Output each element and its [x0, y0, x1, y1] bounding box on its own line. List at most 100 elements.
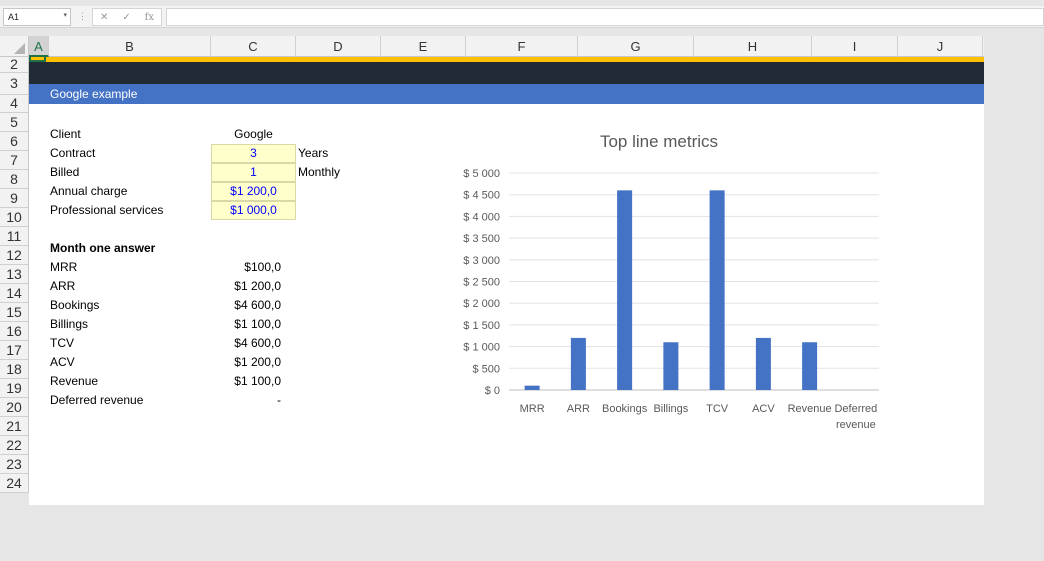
y-tick-label: $ 3 000	[463, 255, 500, 267]
answer-label: TCV	[50, 336, 74, 350]
row-header-24[interactable]: 24	[0, 474, 29, 493]
formula-bar: A1 ▾ ⋮ ✕ ✓ fx	[0, 6, 1044, 28]
answer-value[interactable]: -	[211, 393, 281, 407]
x-tick-label: Bookings	[602, 403, 648, 415]
chart-canvas: $ 0 $ 500 $ 1 000 $ 1 500 $ 2 000 $ 2 500 $ 3 …	[463, 168, 879, 431]
x-tick-label: revenue	[836, 419, 876, 431]
answer-value[interactable]: $1 100,0	[211, 317, 281, 331]
enter-icon[interactable]: ✓	[122, 12, 130, 23]
row-header-13[interactable]: 13	[0, 265, 29, 284]
row-header-5[interactable]: 5	[0, 113, 29, 132]
unit-contract: Years	[298, 146, 329, 160]
row-header-20[interactable]: 20	[0, 398, 29, 417]
select-all-button[interactable]	[0, 36, 29, 57]
column-header-d[interactable]: D	[296, 36, 381, 57]
chevron-down-icon[interactable]: ▾	[63, 11, 67, 19]
x-tick-label: Deferred	[834, 403, 877, 415]
x-tick-label: TCV	[706, 403, 729, 415]
y-tick-label: $ 2 000	[463, 298, 500, 310]
answer-value[interactable]: $1 200,0	[211, 355, 281, 369]
worksheet[interactable]: Google example Client Google Contract 3 …	[29, 55, 984, 505]
bar-tcv[interactable]	[709, 190, 725, 390]
input-contract[interactable]: 3	[211, 144, 296, 163]
y-tick-label: $ 2 500	[463, 277, 500, 289]
column-header-h[interactable]: H	[694, 36, 812, 57]
chart-top-line-metrics[interactable]: Top line metrics $ 0 $ 500 $ 1 000 $ 1 500 $…	[429, 120, 899, 440]
row-header-22[interactable]: 22	[0, 436, 29, 455]
x-tick-label: MRR	[520, 403, 545, 415]
bar-revenue[interactable]	[802, 342, 818, 390]
unit-billed: Monthly	[298, 165, 341, 179]
bar-bookings[interactable]	[617, 190, 633, 390]
answer-label: Deferred revenue	[50, 393, 144, 407]
row-header-6[interactable]: 6	[0, 132, 29, 151]
label-annual-charge: Annual charge	[50, 184, 128, 198]
row-header-3[interactable]: 3	[0, 73, 29, 95]
column-header-e[interactable]: E	[381, 36, 466, 57]
answer-label: ARR	[50, 279, 76, 293]
x-tick-label: ACV	[752, 403, 775, 415]
x-tick-label: Billings	[653, 403, 688, 415]
row-header-2[interactable]: 2	[0, 57, 29, 73]
value-client[interactable]: Google	[211, 127, 296, 141]
header-band	[29, 57, 984, 84]
bar-mrr[interactable]	[524, 385, 540, 390]
formula-input[interactable]	[166, 8, 1044, 26]
row-header-15[interactable]: 15	[0, 303, 29, 322]
bar-billings[interactable]	[663, 342, 679, 390]
title-band: Google example	[29, 84, 984, 104]
y-tick-label: $ 5 000	[463, 168, 500, 180]
column-header-c[interactable]: C	[211, 36, 296, 57]
column-header-a[interactable]: A	[29, 36, 49, 57]
answer-value[interactable]: $4 600,0	[211, 298, 281, 312]
function-icon[interactable]: fx	[145, 12, 154, 23]
y-tick-label: $ 0	[485, 385, 500, 397]
column-header-i[interactable]: I	[812, 36, 898, 57]
label-contract: Contract	[50, 146, 96, 160]
row-header-23[interactable]: 23	[0, 455, 29, 474]
row-header-17[interactable]: 17	[0, 341, 29, 360]
answer-label: Billings	[50, 317, 89, 331]
input-billed[interactable]: 1	[211, 163, 296, 182]
label-client: Client	[50, 127, 81, 141]
row-header-9[interactable]: 9	[0, 189, 29, 208]
column-header-g[interactable]: G	[578, 36, 694, 57]
column-header-b[interactable]: B	[49, 36, 211, 57]
cancel-icon[interactable]: ✕	[100, 12, 108, 23]
name-box[interactable]: A1 ▾	[3, 8, 71, 26]
answer-heading: Month one answer	[50, 241, 156, 255]
row-header-8[interactable]: 8	[0, 170, 29, 189]
row-header-4[interactable]: 4	[0, 95, 29, 113]
row-header-19[interactable]: 19	[0, 379, 29, 398]
column-header-j[interactable]: J	[898, 36, 983, 57]
label-billed: Billed	[50, 165, 80, 179]
row-header-7[interactable]: 7	[0, 151, 29, 170]
label-professional-services: Professional services	[50, 203, 164, 217]
row-header-21[interactable]: 21	[0, 417, 29, 436]
answer-value[interactable]: $1 100,0	[211, 374, 281, 388]
row-header-16[interactable]: 16	[0, 322, 29, 341]
row-header-14[interactable]: 14	[0, 284, 29, 303]
answer-label: Bookings	[50, 298, 100, 312]
row-header-11[interactable]: 11	[0, 227, 29, 246]
x-tick-label: ARR	[567, 403, 590, 415]
bar-arr[interactable]	[570, 337, 586, 390]
bar-acv[interactable]	[755, 337, 771, 390]
answer-value[interactable]: $4 600,0	[211, 336, 281, 350]
row-header-12[interactable]: 12	[0, 246, 29, 265]
answer-value[interactable]: $1 200,0	[211, 279, 281, 293]
row-header-18[interactable]: 18	[0, 360, 29, 379]
input-professional-services[interactable]: $1 000,0	[211, 201, 296, 220]
active-cell-a1[interactable]	[29, 55, 46, 62]
y-tick-label: $ 1 500	[463, 320, 500, 332]
y-tick-label: $ 4 000	[463, 211, 500, 223]
answer-value[interactable]: $100,0	[211, 260, 281, 274]
x-tick-label: Revenue	[788, 403, 832, 415]
answer-label: Revenue	[50, 374, 99, 388]
row-header-10[interactable]: 10	[0, 208, 29, 227]
sheet-title: Google example	[50, 87, 138, 101]
formula-buttons: ✕ ✓ fx	[92, 8, 162, 26]
column-header-f[interactable]: F	[466, 36, 578, 57]
input-annual-charge[interactable]: $1 200,0	[211, 182, 296, 201]
y-tick-label: $ 1 000	[463, 342, 500, 354]
